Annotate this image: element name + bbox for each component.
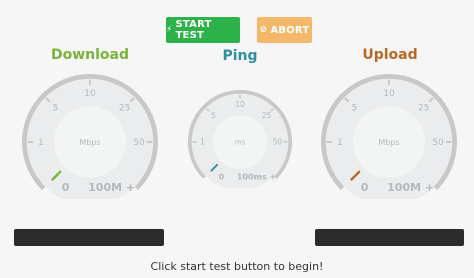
tick-label: 25 bbox=[119, 104, 130, 114]
start-test-button[interactable]: ⚡ START TEST bbox=[166, 17, 240, 43]
ban-icon: ⊘ bbox=[259, 25, 268, 35]
tick-label: 10 bbox=[383, 89, 395, 99]
tick-label: 1 bbox=[38, 138, 44, 148]
tick-label-min: 0 bbox=[361, 181, 369, 194]
ping-gauge: 1 5 10 25 50 0 100ms + ms bbox=[188, 90, 292, 188]
tick-label: 1 bbox=[200, 138, 205, 147]
abort-label: ABORT bbox=[270, 24, 310, 36]
tick-label: 25 bbox=[418, 104, 429, 114]
unit-label: Mbps bbox=[79, 138, 100, 147]
upload-progress-bar bbox=[315, 229, 464, 246]
tick-label: 5 bbox=[53, 104, 59, 114]
tick-label-min: 0 bbox=[62, 181, 70, 194]
upload-title: Upload bbox=[362, 47, 418, 63]
abort-button[interactable]: ⊘ ABORT bbox=[257, 17, 312, 43]
bolt-icon: ⚡ bbox=[166, 25, 173, 35]
tick-label: 10 bbox=[235, 100, 245, 109]
tick-label: 5 bbox=[211, 111, 216, 120]
tick-label-min: 0 bbox=[219, 172, 225, 181]
tick-label: 50 bbox=[133, 138, 145, 148]
ping-title: Ping bbox=[222, 48, 258, 64]
tick-label-max: 100ms + bbox=[237, 172, 276, 181]
tick-label: 10 bbox=[84, 89, 96, 99]
download-gauge: 1 5 10 25 50 0 100M + Mbps bbox=[22, 74, 158, 199]
tick-label: 50 bbox=[273, 138, 283, 147]
unit-label: Mbps bbox=[378, 138, 399, 147]
tick-label: 5 bbox=[352, 104, 358, 114]
download-progress-bar bbox=[14, 229, 164, 246]
start-test-label: START TEST bbox=[175, 19, 212, 41]
tick-label-max: 100M + bbox=[387, 181, 434, 194]
upload-gauge: 1 5 10 25 50 0 100M + Mbps bbox=[321, 74, 457, 199]
tick-label: 1 bbox=[337, 138, 343, 148]
status-message: Click start test button to begin! bbox=[150, 260, 324, 273]
tick-label: 25 bbox=[262, 111, 272, 120]
tick-label-max: 100M + bbox=[88, 181, 135, 194]
unit-label: ms bbox=[235, 138, 246, 146]
download-title: Download bbox=[50, 47, 130, 63]
tick-label: 50 bbox=[432, 138, 444, 148]
